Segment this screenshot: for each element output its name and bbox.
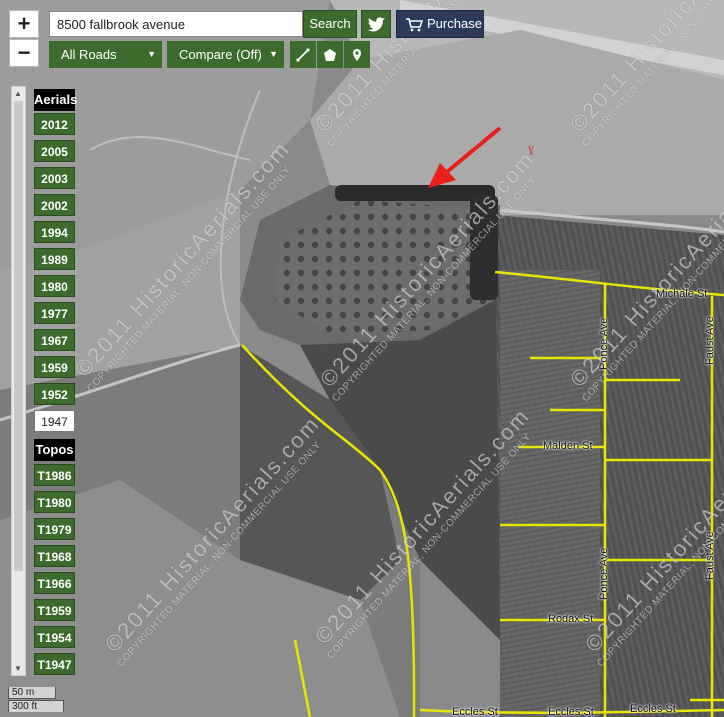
scale-metric: 50 m bbox=[8, 687, 56, 699]
scale-imperial: 300 ft bbox=[8, 700, 64, 712]
scroll-up-icon[interactable]: ▲ bbox=[14, 89, 22, 98]
svg-text:ɣ: ɣ bbox=[528, 141, 534, 155]
marker-button[interactable] bbox=[344, 41, 370, 68]
topos-header: Topos bbox=[34, 439, 75, 461]
address-search-input[interactable] bbox=[49, 11, 303, 37]
measure-area-button[interactable] bbox=[317, 41, 343, 68]
aerial-year-2003[interactable]: 2003 bbox=[34, 167, 75, 189]
aerial-year-1980[interactable]: 1980 bbox=[34, 275, 75, 297]
scroll-down-icon[interactable]: ▼ bbox=[14, 664, 22, 673]
street-label-eccles: Eccles St bbox=[630, 703, 676, 715]
aerial-year-2012[interactable]: 2012 bbox=[34, 113, 75, 135]
scale-bar: 50 m 300 ft bbox=[8, 687, 64, 713]
aerial-year-1989[interactable]: 1989 bbox=[34, 248, 75, 270]
street-label-malden: Malden St bbox=[543, 440, 593, 452]
aerial-photo: ɣ bbox=[0, 0, 724, 717]
purchase-button[interactable]: Purchase bbox=[396, 10, 484, 38]
year-list-scrollbar[interactable]: ▲ ▼ bbox=[11, 86, 26, 676]
street-label-faust: Faust Ave bbox=[704, 316, 716, 365]
dropdown-arrow-icon: ▼ bbox=[147, 49, 156, 59]
aerial-year-1967[interactable]: 1967 bbox=[34, 329, 75, 351]
street-label-rodax: Rodax St bbox=[548, 613, 594, 625]
aerials-header: Aerials bbox=[34, 89, 77, 111]
compare-value: Compare (Off) bbox=[179, 47, 262, 62]
topo-year-T1986[interactable]: T1986 bbox=[34, 464, 75, 486]
aerial-year-2002[interactable]: 2002 bbox=[34, 194, 75, 216]
twitter-button[interactable] bbox=[361, 10, 391, 38]
map-canvas[interactable]: ɣ ©2011 HistoricAerials.com COPYRIGHTED M… bbox=[0, 0, 724, 717]
street-label-ponce: Ponce Ave bbox=[598, 317, 610, 370]
aerial-year-1977[interactable]: 1977 bbox=[34, 302, 75, 324]
topo-year-T1966[interactable]: T1966 bbox=[34, 572, 75, 594]
purchase-label: Purchase bbox=[427, 16, 482, 31]
street-label-ponce: Ponce Ave bbox=[598, 547, 610, 600]
aerial-year-1959[interactable]: 1959 bbox=[34, 356, 75, 378]
compare-select[interactable]: Compare (Off) ▼ bbox=[167, 41, 284, 68]
search-button[interactable]: Search bbox=[303, 10, 357, 38]
road-overlay-value: All Roads bbox=[61, 47, 117, 62]
measure-line-icon bbox=[296, 48, 310, 62]
cart-icon bbox=[406, 17, 424, 31]
measure-area-icon bbox=[324, 48, 336, 61]
twitter-icon bbox=[367, 17, 385, 32]
aerial-year-2005[interactable]: 2005 bbox=[34, 140, 75, 162]
dropdown-arrow-icon: ▼ bbox=[269, 49, 278, 59]
topo-year-T1979[interactable]: T1979 bbox=[34, 518, 75, 540]
aerial-year-1994[interactable]: 1994 bbox=[34, 221, 75, 243]
zoom-out-button[interactable]: − bbox=[9, 39, 39, 67]
zoom-in-button[interactable]: + bbox=[9, 10, 39, 38]
scrollbar-thumb[interactable] bbox=[14, 101, 23, 571]
street-label-michale: Michale St bbox=[656, 288, 708, 300]
topo-year-T1980[interactable]: T1980 bbox=[34, 491, 75, 513]
aerial-year-1947[interactable]: 1947 bbox=[34, 410, 75, 432]
marker-icon bbox=[353, 48, 361, 61]
topo-year-T1947[interactable]: T1947 bbox=[34, 653, 75, 675]
road-overlay-select[interactable]: All Roads ▼ bbox=[49, 41, 162, 68]
measure-line-button[interactable] bbox=[290, 41, 316, 68]
street-label-eccles: Eccles St bbox=[452, 706, 498, 717]
topo-year-T1959[interactable]: T1959 bbox=[34, 599, 75, 621]
street-label-eccles: Eccles St bbox=[548, 706, 594, 717]
aerial-year-1952[interactable]: 1952 bbox=[34, 383, 75, 405]
street-label-faust: Faust Ave bbox=[704, 531, 716, 580]
topo-year-T1954[interactable]: T1954 bbox=[34, 626, 75, 648]
topo-year-T1968[interactable]: T1968 bbox=[34, 545, 75, 567]
